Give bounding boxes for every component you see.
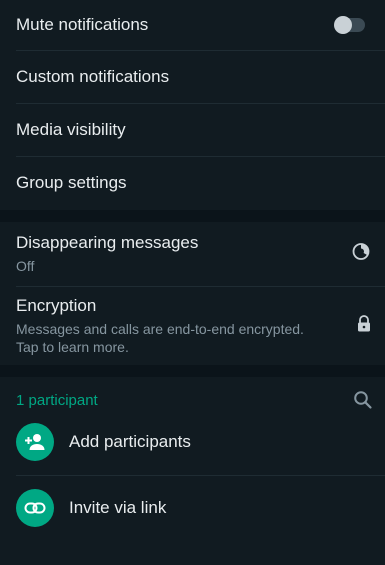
- invite-via-link-label: Invite via link: [69, 497, 167, 517]
- encryption-row[interactable]: Encryption Messages and calls are end-to…: [0, 286, 385, 365]
- search-icon[interactable]: [353, 390, 373, 410]
- disappearing-messages-row[interactable]: Disappearing messages Off: [0, 222, 385, 286]
- section-divider: [0, 365, 385, 377]
- media-visibility-row[interactable]: Media visibility: [0, 103, 385, 156]
- custom-notifications-row[interactable]: Custom notifications: [0, 50, 385, 103]
- participants-header: 1 participant: [0, 377, 385, 423]
- add-person-icon: [16, 423, 54, 461]
- encryption-description-line1: Messages and calls are end-to-end encryp…: [16, 320, 304, 337]
- media-visibility-label: Media visibility: [16, 119, 126, 139]
- mute-notifications-row[interactable]: Mute notifications: [0, 0, 385, 50]
- timer-icon: [351, 242, 371, 267]
- mute-notifications-label: Mute notifications: [16, 15, 149, 34]
- add-participants-row[interactable]: Add participants: [0, 423, 385, 475]
- group-settings-row[interactable]: Group settings: [0, 156, 385, 210]
- participants-count: 1 participant: [16, 391, 98, 409]
- mute-notifications-toggle[interactable]: [334, 16, 365, 34]
- disappearing-messages-text: Disappearing messages Off: [16, 233, 198, 275]
- section-divider: [0, 210, 385, 222]
- group-settings-label: Group settings: [16, 173, 127, 192]
- privacy-section: Disappearing messages Off Encryption Mes…: [0, 222, 385, 365]
- toggle-knob: [334, 16, 352, 34]
- disappearing-messages-value: Off: [16, 258, 35, 274]
- add-participants-label: Add participants: [69, 432, 191, 451]
- notification-settings-section: Mute notifications Custom notifications …: [0, 0, 385, 210]
- link-icon: [16, 488, 54, 527]
- encryption-description-line2: Tap to learn more.: [16, 338, 129, 355]
- disappearing-messages-label: Disappearing messages: [16, 233, 199, 252]
- lock-icon: [356, 314, 372, 337]
- encryption-text: Encryption Messages and calls are end-to…: [16, 296, 304, 356]
- custom-notifications-label: Custom notifications: [16, 66, 170, 86]
- participants-section: 1 participant Add participants Invite vi…: [0, 377, 385, 565]
- invite-via-link-row[interactable]: Invite via link: [0, 475, 385, 540]
- encryption-label: Encryption: [16, 295, 97, 315]
- encryption-description: Messages and calls are end-to-end encryp…: [16, 320, 304, 356]
